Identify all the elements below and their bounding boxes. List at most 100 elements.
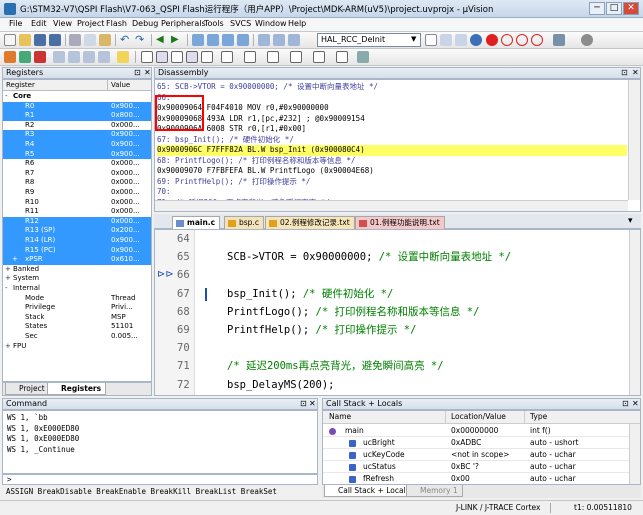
tab-main-c[interactable]: main.c [172, 216, 221, 229]
register-row[interactable]: + Banked [3, 265, 151, 275]
bookmark-clear-icon[interactable] [237, 34, 249, 46]
save-icon[interactable] [34, 34, 46, 46]
menu-tools[interactable]: Tools [204, 19, 224, 28]
toolbox-icon[interactable] [357, 51, 369, 63]
close-button[interactable]: ✕ [623, 2, 639, 15]
callstack-row[interactable]: ucStatus 0xBC '? auto - uchar [323, 461, 629, 473]
register-row[interactable]: R1 0x800... [3, 111, 151, 121]
minimize-button[interactable]: ─ [589, 2, 605, 15]
callstack-scrollbar[interactable] [629, 424, 640, 484]
undo-icon[interactable]: ↶ [120, 34, 132, 46]
menu-debug[interactable]: Debug [132, 19, 158, 28]
cut-icon[interactable] [69, 34, 81, 46]
menu-help[interactable]: Help [288, 19, 306, 28]
disassembly-asm-line[interactable]: 0x90009064 F04F4010 MOV r0,#0x90000000 [157, 103, 627, 114]
command-window-icon[interactable] [141, 51, 153, 63]
collapse-icon[interactable]: - [5, 284, 8, 294]
register-row[interactable]: R10 0x000... [3, 198, 151, 208]
comment-icon[interactable] [288, 34, 300, 46]
breakpoint-enable-icon[interactable] [501, 34, 513, 46]
expand-icon[interactable]: + [5, 265, 11, 275]
window-layout-icon[interactable] [553, 34, 565, 46]
step-over-icon[interactable] [68, 51, 80, 63]
trace-window-icon[interactable] [313, 51, 325, 63]
register-row[interactable]: R3 0x900... [3, 130, 151, 140]
bookmark-prev-icon[interactable] [207, 34, 219, 46]
register-row[interactable]: States 51101 [3, 322, 151, 332]
code-line[interactable]: 70 [155, 339, 629, 357]
nav-back-icon[interactable]: ◀ [156, 34, 168, 46]
tab-menu-icon[interactable]: ▾ [628, 216, 633, 226]
step-into-icon[interactable] [53, 51, 65, 63]
incremental-find-icon[interactable] [455, 34, 467, 46]
register-row[interactable]: R15 (PC) 0x900... [3, 245, 151, 256]
reset-icon[interactable] [4, 51, 16, 63]
callstack-row[interactable]: ucBright 0xADBC auto - ushort [323, 437, 629, 449]
menu-flash[interactable]: Flash [106, 19, 127, 28]
menu-file[interactable]: File [9, 19, 22, 28]
maximize-button[interactable]: □ [606, 2, 622, 15]
code-line[interactable]: 71 /* 延迟200ms再点亮背光，避免瞬间高亮 */ [155, 357, 629, 375]
menu-view[interactable]: View [53, 19, 72, 28]
register-row[interactable]: R2 0x000... [3, 121, 151, 131]
register-row[interactable]: R5 0x900... [3, 149, 151, 160]
expand-icon[interactable]: + [5, 274, 11, 284]
register-row[interactable]: R6 0x000... [3, 159, 151, 169]
memory-window-icon[interactable] [244, 51, 256, 63]
breakpoint-kill-all-icon[interactable] [531, 34, 543, 46]
expand-icon[interactable]: + [5, 342, 11, 352]
tab-registers[interactable]: Registers [47, 383, 107, 395]
code-editor[interactable]: 64 65 SCB->VTOR = 0x90000000; /* 设置中断向量表地址… [154, 229, 641, 396]
settings-icon[interactable] [581, 34, 593, 46]
tab-changelog-txt[interactable]: 02.例程修改记录.txt [265, 216, 355, 229]
menu-edit[interactable]: Edit [31, 19, 47, 28]
open-folder-icon[interactable] [19, 34, 31, 46]
disassembly-source-line[interactable]: 70: [157, 187, 627, 198]
register-row[interactable]: R9 0x000... [3, 188, 151, 198]
symbols-window-icon[interactable] [171, 51, 183, 63]
tab-project[interactable]: Project [5, 383, 50, 395]
target-combo[interactable]: HAL_RCC_DeInit [317, 33, 421, 47]
disassembly-scrollbar[interactable] [628, 80, 640, 200]
run-to-cursor-icon[interactable] [98, 51, 110, 63]
run-icon[interactable] [19, 51, 31, 63]
code-line[interactable]: 72 bsp_DelayMS(200); [155, 376, 629, 394]
menu-project[interactable]: Project [77, 19, 104, 28]
register-row[interactable]: + xPSR 0x610... [3, 255, 151, 265]
outdent-icon[interactable] [273, 34, 285, 46]
command-input[interactable]: > [2, 474, 318, 485]
pin-icon[interactable]: ⊡ [621, 68, 628, 78]
redo-icon[interactable]: ↷ [135, 34, 147, 46]
callstack-row[interactable]: fRefresh 0x00 auto - uchar [323, 473, 629, 484]
disassembly-window-icon[interactable] [156, 51, 168, 63]
callstack-row[interactable]: ucKeyCode <not in scope> auto - uchar [323, 449, 629, 461]
close-icon[interactable]: ✕ [632, 399, 639, 409]
code-line[interactable]: 69 PrintfHelp(); /* 打印操作提示 */ [155, 321, 629, 339]
registers-window-icon[interactable] [186, 51, 198, 63]
code-line[interactable]: 68 PrintfLogo(); /* 打印例程名称和版本等信息 */ [155, 303, 629, 321]
expand-icon[interactable]: + [12, 255, 18, 265]
register-row[interactable]: + FPU [3, 342, 151, 352]
find-icon[interactable] [425, 34, 437, 46]
watch-window-icon[interactable] [221, 51, 233, 63]
col-name[interactable]: Name [329, 411, 351, 423]
disassembly-asm-line[interactable]: 0x90009068 493A LDR r1,[pc,#232] ; @0x90… [157, 114, 627, 125]
register-row[interactable]: R8 0x000... [3, 178, 151, 188]
nav-forward-icon[interactable]: ▶ [171, 34, 183, 46]
tab-bsp-c[interactable]: bsp.c [224, 216, 264, 229]
register-row[interactable]: Stack MSP [3, 313, 151, 323]
register-row[interactable]: R11 0x000... [3, 207, 151, 217]
disassembly-source-line[interactable]: 66: [157, 93, 627, 104]
register-row[interactable]: R0 0x900... [3, 101, 151, 112]
col-type[interactable]: Type [530, 411, 547, 423]
register-row[interactable]: Sec 0.005... [3, 332, 151, 342]
collapse-icon[interactable]: - [5, 92, 8, 102]
code-line[interactable]: 66 [155, 266, 629, 284]
find-in-files-icon[interactable] [440, 34, 452, 46]
bookmark-icon[interactable] [192, 34, 204, 46]
code-line[interactable]: 64 [155, 230, 629, 248]
analysis-window-icon[interactable] [290, 51, 302, 63]
menu-window[interactable]: Window [255, 19, 287, 28]
disassembly-source-line[interactable]: 69: PrintfHelp(); /* 打印操作提示 */ [157, 177, 627, 188]
register-row[interactable]: Mode Thread [3, 294, 151, 304]
